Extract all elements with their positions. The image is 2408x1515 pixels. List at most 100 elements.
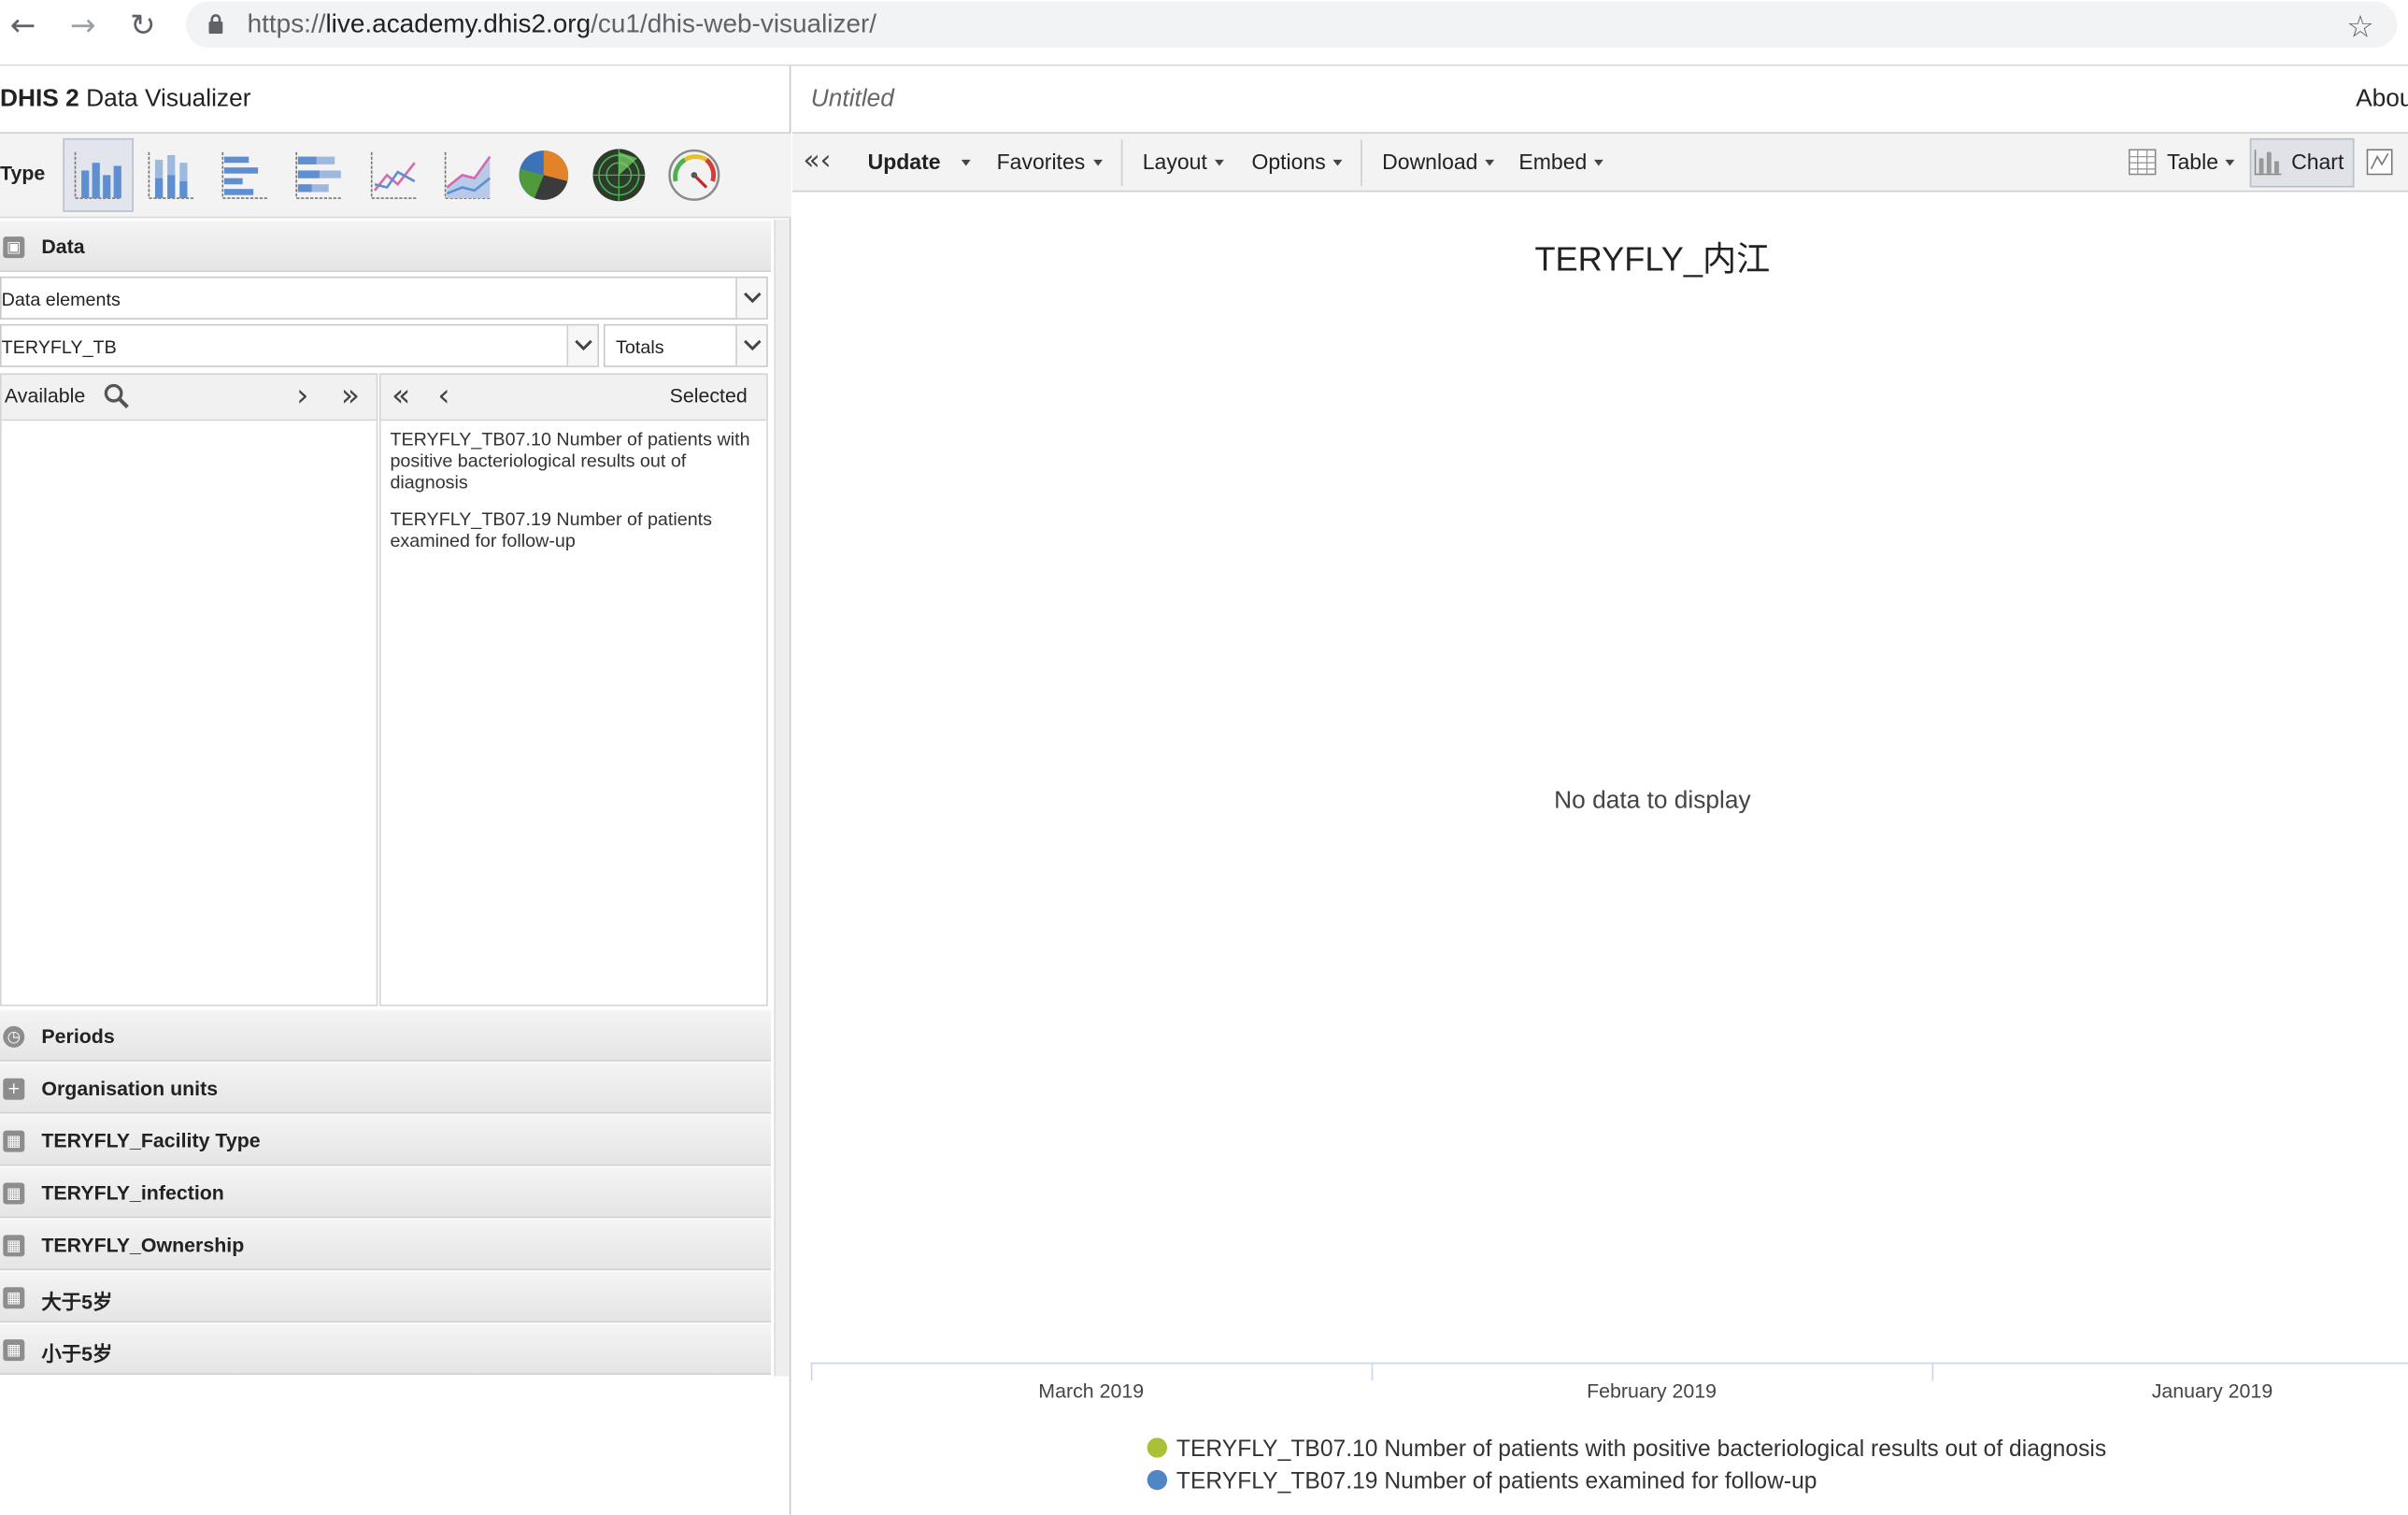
grid-icon: ▦: [3, 1182, 25, 1205]
clock-icon: ◷: [3, 1025, 25, 1048]
chevron-down-icon[interactable]: [735, 325, 767, 366]
app-brand: DHIS 2: [0, 86, 79, 112]
detail-value: Totals: [616, 336, 664, 358]
area-chart-type-button[interactable]: [433, 138, 504, 212]
no-data-message: No data to display: [1554, 788, 1751, 815]
section-label: TERYFLY_Facility Type: [41, 1128, 261, 1152]
favorites-label: Favorites: [996, 149, 1086, 174]
column-chart-icon: [74, 151, 121, 199]
available-label: Available: [4, 383, 86, 407]
pie-chart-icon: [519, 150, 569, 200]
type-label: Type: [0, 161, 46, 185]
favorite-title: Untitled: [810, 86, 894, 112]
grid-icon: ▦: [3, 1287, 25, 1309]
reload-icon[interactable]: ↻: [126, 9, 160, 43]
favorites-menu[interactable]: Favorites: [996, 149, 1103, 174]
legend-marker: [1147, 1437, 1168, 1458]
url-text[interactable]: https://live.academy.dhis2.org/cu1/dhis-…: [248, 9, 876, 40]
panel-scrollbar[interactable]: [774, 220, 790, 1377]
update-button[interactable]: Update: [868, 149, 941, 173]
radar-chart-type-button[interactable]: [584, 138, 655, 212]
org-units-section-header[interactable]: + Organisation units: [0, 1061, 772, 1114]
under-5-section-header[interactable]: ▦ 小于5岁: [0, 1322, 772, 1375]
table-icon: [2128, 149, 2157, 176]
forward-icon[interactable]: →: [66, 9, 100, 43]
stacked-bar-chart-type-button[interactable]: [284, 138, 355, 212]
layout-label: Layout: [1142, 149, 1207, 174]
stacked-column-chart-icon: [148, 151, 195, 199]
section-label: Organisation units: [41, 1077, 219, 1100]
table-menu[interactable]: Table: [2167, 149, 2236, 174]
section-label: TERYFLY_Ownership: [41, 1233, 245, 1257]
legend-item[interactable]: TERYFLY_TB07.10 Number of patients with …: [1147, 1436, 2107, 1463]
ownership-section-header[interactable]: ▦ TERYFLY_Ownership: [0, 1218, 772, 1271]
available-list[interactable]: [0, 421, 378, 1007]
chart-label: Chart: [2291, 149, 2344, 174]
grid-icon: ▦: [3, 1130, 25, 1152]
chevron-down-icon[interactable]: [735, 278, 767, 319]
x-axis-tick: [1931, 1362, 1934, 1381]
section-label: Periods: [41, 1024, 115, 1048]
stacked-column-chart-type-button[interactable]: [136, 138, 207, 212]
selected-list[interactable]: TERYFLY_TB07.10 Number of patients with …: [378, 421, 768, 1007]
legend-marker: [1147, 1469, 1168, 1491]
selected-item[interactable]: TERYFLY_TB07.19 Number of patients exami…: [390, 508, 764, 551]
about-link[interactable]: Abou: [2356, 86, 2408, 114]
line-chart-type-button[interactable]: [360, 138, 431, 212]
map-icon[interactable]: [2366, 149, 2393, 176]
embed-menu[interactable]: Embed: [1518, 149, 1604, 174]
x-axis-line: [810, 1362, 2408, 1365]
layout-menu[interactable]: Layout: [1142, 149, 1224, 174]
chevron-down-icon[interactable]: [566, 325, 598, 366]
facility-type-section-header[interactable]: ▦ TERYFLY_Facility Type: [0, 1113, 772, 1166]
legend-label: TERYFLY_TB07.10 Number of patients with …: [1176, 1436, 2107, 1463]
grid-icon: ▦: [3, 1339, 25, 1362]
bar-chart-type-button[interactable]: [210, 138, 281, 212]
periods-section-header[interactable]: ◷ Periods: [0, 1008, 772, 1062]
download-label: Download: [1382, 149, 1478, 174]
selected-label: Selected: [669, 383, 748, 407]
collapse-panel-button[interactable]: «‹: [804, 144, 832, 177]
lock-icon[interactable]: [207, 14, 224, 35]
data-icon: ▣: [3, 236, 25, 259]
back-icon[interactable]: ←: [7, 9, 40, 43]
legend-item[interactable]: TERYFLY_TB07.19 Number of patients exami…: [1147, 1468, 1817, 1494]
section-label: 小于5岁: [41, 1342, 113, 1366]
data-element-group-select[interactable]: TERYFLY_TB: [0, 323, 599, 367]
legend-label: TERYFLY_TB07.19 Number of patients exami…: [1176, 1468, 1817, 1495]
plus-icon: +: [3, 1078, 25, 1100]
section-label: TERYFLY_infection: [41, 1180, 224, 1205]
select-all-button[interactable]: »: [341, 379, 360, 410]
grid-icon: ▦: [3, 1235, 25, 1257]
x-axis-category-label: March 2019: [1038, 1379, 1145, 1403]
options-menu[interactable]: Options: [1251, 149, 1343, 174]
chart-title: TERYFLY_内江: [1534, 239, 1771, 279]
update-label: Update: [867, 149, 941, 174]
chart-icon: [2254, 150, 2282, 176]
data-section-label: Data: [41, 235, 85, 259]
search-icon[interactable]: [103, 382, 131, 410]
column-chart-type-button[interactable]: [63, 137, 134, 212]
infection-section-header[interactable]: ▦ TERYFLY_infection: [0, 1165, 772, 1219]
x-axis-category-label: February 2019: [1587, 1379, 1717, 1403]
select-one-button[interactable]: ›: [296, 379, 308, 410]
bookmark-star-icon[interactable]: ☆: [2346, 7, 2373, 44]
pie-chart-type-button[interactable]: [508, 138, 579, 212]
url-path: /cu1/dhis-web-visualizer/: [591, 8, 877, 39]
embed-label: Embed: [1518, 149, 1588, 174]
x-axis-category-label: January 2019: [2151, 1379, 2273, 1403]
gauge-chart-type-button[interactable]: [659, 138, 730, 212]
deselect-all-button[interactable]: «: [392, 379, 410, 410]
deselect-one-button[interactable]: ‹: [437, 379, 449, 410]
line-chart-icon: [370, 151, 419, 199]
download-menu[interactable]: Download: [1382, 149, 1495, 174]
data-section-header[interactable]: ▣ Data: [0, 220, 772, 272]
update-menu-button[interactable]: [954, 149, 971, 173]
detail-level-select[interactable]: Totals: [603, 323, 768, 367]
radar-chart-icon: [592, 149, 646, 202]
selected-item[interactable]: TERYFLY_TB07.10 Number of patients with …: [390, 429, 764, 493]
gauge-chart-icon: [668, 149, 720, 201]
options-label: Options: [1251, 149, 1326, 174]
over-5-section-header[interactable]: ▦ 大于5岁: [0, 1270, 772, 1323]
data-type-select[interactable]: Data elements: [0, 276, 768, 320]
